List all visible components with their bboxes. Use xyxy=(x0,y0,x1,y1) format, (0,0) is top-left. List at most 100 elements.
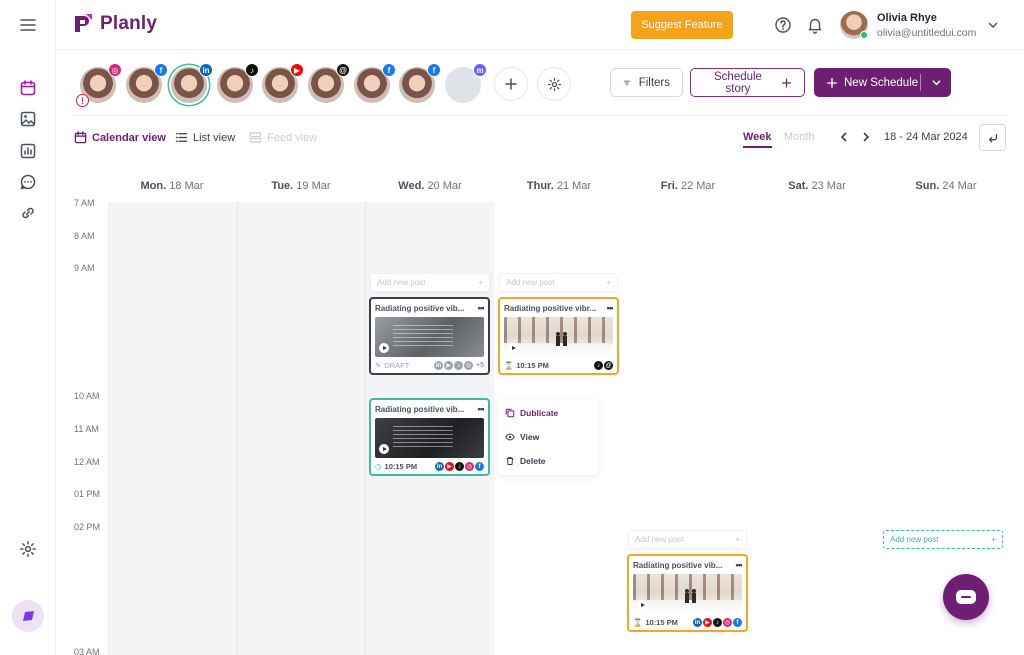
post-networks: ♪ @ xyxy=(594,361,613,370)
chat-support-button[interactable] xyxy=(943,574,989,620)
hourglass-icon: ⌛ xyxy=(633,618,643,627)
day-name: Sun. xyxy=(915,180,940,192)
analytics-icon[interactable] xyxy=(16,139,40,163)
plus-icon: + xyxy=(735,535,740,544)
post-card-published-wed[interactable]: Radiating positive vib... ••• ◷ 10:15 PM i… xyxy=(369,398,490,476)
play-icon xyxy=(508,343,518,353)
menu-item-delete[interactable]: Delete xyxy=(505,456,546,466)
add-post-thu[interactable]: Add new post + xyxy=(499,273,618,292)
workspace-logo-icon[interactable] xyxy=(12,600,44,632)
day-date: 24 Mar xyxy=(942,180,977,192)
feed-view-label: Feed view xyxy=(267,131,318,144)
account-avatar-tiktok[interactable]: ♪ xyxy=(217,63,259,103)
menu-item-duplicate[interactable]: Dublicate xyxy=(505,408,558,418)
user-name: Olivia Rhye xyxy=(877,12,937,24)
day-name: Thur. xyxy=(526,180,554,192)
more-icon[interactable]: ••• xyxy=(607,303,613,313)
tab-week[interactable]: Week xyxy=(743,131,772,148)
time-label: 11 AM xyxy=(74,424,99,434)
post-title: Radiating positive vib... xyxy=(633,560,723,570)
day-name: Wed. xyxy=(398,180,425,192)
post-card-draft[interactable]: Radiating positive vib... ••• ✎ DRAFT in ▶ ♪… xyxy=(369,297,490,375)
account-avatar-facebook[interactable]: f xyxy=(399,63,441,103)
tiktok-icon: ♪ xyxy=(454,361,464,370)
chevron-right-icon[interactable] xyxy=(860,131,872,143)
add-post-sun[interactable]: Add new post + xyxy=(883,530,1003,549)
day-date: 19 Mar xyxy=(296,180,331,192)
help-icon[interactable] xyxy=(774,16,792,34)
chevron-left-icon[interactable] xyxy=(838,131,850,143)
day-header: Mon. 18 Mar xyxy=(108,180,236,192)
schedule-story-button[interactable]: Schedule story xyxy=(690,68,805,97)
settings-icon[interactable] xyxy=(16,537,40,561)
day-date: 23 Mar xyxy=(811,180,846,192)
tab-month[interactable]: Month xyxy=(784,131,815,143)
add-account-button[interactable] xyxy=(494,67,528,101)
post-networks: in ▶ ♪ ◎ f xyxy=(435,462,484,471)
menu-item-view[interactable]: View xyxy=(505,432,539,442)
day-name: Sat. xyxy=(788,180,809,192)
post-thumbnail xyxy=(375,418,484,458)
bell-icon[interactable] xyxy=(806,16,824,34)
play-icon xyxy=(379,343,389,353)
account-avatar-linkedin[interactable]: in xyxy=(171,63,213,103)
account-avatar-mastodon[interactable]: m xyxy=(445,63,487,103)
chevron-down-icon[interactable] xyxy=(987,19,999,31)
return-today-button[interactable] xyxy=(979,124,1006,151)
trash-icon xyxy=(506,457,514,465)
account-avatar-instagram[interactable]: ◎! xyxy=(76,63,122,107)
calendar-icon[interactable] xyxy=(16,76,40,100)
tab-calendar-view[interactable]: Calendar view xyxy=(74,131,166,144)
time-label: 03 AM xyxy=(74,647,100,655)
post-networks: in ▶ ♪ ◎ f xyxy=(693,618,742,627)
account-avatar-threads[interactable]: @ xyxy=(308,63,350,103)
toolbar-divider xyxy=(72,115,1008,116)
chat-icon[interactable] xyxy=(16,170,40,194)
tab-list-view[interactable]: List view xyxy=(175,131,235,144)
tab-feed-view[interactable]: Feed view xyxy=(249,131,317,144)
add-post-wed[interactable]: Add new post + xyxy=(370,273,490,292)
youtube-icon: ▶ xyxy=(444,361,454,370)
new-schedule-button[interactable]: New Schedule xyxy=(814,68,951,97)
calendar-icon xyxy=(74,131,87,144)
post-card-scheduled-fri[interactable]: Radiating positive vib... ••• ⌛ 10:15 PM i… xyxy=(627,554,748,632)
instagram-icon: ◎ xyxy=(108,63,122,77)
link-icon[interactable] xyxy=(16,201,40,225)
post-time: 10:15 PM xyxy=(516,361,549,370)
more-icon[interactable]: ••• xyxy=(478,404,484,414)
add-post-label: Add new post xyxy=(377,278,426,287)
filters-button[interactable]: Filters xyxy=(610,68,683,97)
account-avatar-facebook[interactable]: f xyxy=(354,63,396,103)
day-header: Sun. 24 Mar xyxy=(882,180,1010,192)
new-schedule-dropdown[interactable] xyxy=(921,77,951,88)
youtube-icon: ▶ xyxy=(290,63,304,77)
account-settings-button[interactable] xyxy=(537,67,571,101)
menu-icon[interactable] xyxy=(16,13,40,37)
chat-bubble-icon xyxy=(956,590,976,604)
time-label: 9 AM xyxy=(74,263,95,273)
more-icon[interactable]: ••• xyxy=(478,303,484,313)
add-post-label: Add new post xyxy=(506,278,555,287)
account-avatar-youtube[interactable]: ▶ xyxy=(262,63,304,103)
facebook-icon: f xyxy=(733,618,742,627)
people-image xyxy=(556,332,567,346)
image-icon[interactable] xyxy=(16,107,40,131)
more-icon[interactable]: ••• xyxy=(736,560,742,570)
account-avatar-facebook[interactable]: f xyxy=(126,63,168,103)
brand-logo[interactable]: Planly xyxy=(72,12,157,36)
hourglass-icon: ⌛ xyxy=(504,361,514,370)
facebook-icon: f xyxy=(427,63,441,77)
time-label: 02 PM xyxy=(74,522,101,532)
youtube-icon: ▶ xyxy=(445,462,454,471)
plus-icon xyxy=(827,77,837,88)
post-card-scheduled-thu[interactable]: Radiating positive vibr... ••• ⌛ 10:15 PM … xyxy=(498,297,619,375)
new-schedule-main[interactable]: New Schedule xyxy=(814,77,920,89)
time-label: 12 AM xyxy=(74,457,100,467)
pencil-icon: ✎ xyxy=(375,361,382,370)
instagram-icon: ◎ xyxy=(465,462,474,471)
add-post-fri[interactable]: Add new post + xyxy=(628,530,747,549)
linkedin-icon: in xyxy=(199,63,213,77)
facebook-icon: f xyxy=(154,63,168,77)
suggest-feature-button[interactable]: Suggest Feature xyxy=(631,11,733,39)
linkedin-icon: in xyxy=(693,618,702,627)
